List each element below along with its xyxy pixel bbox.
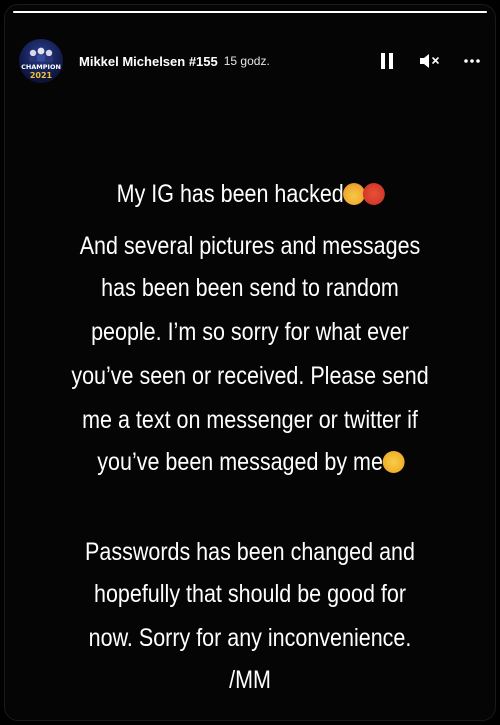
- story-text-line: /MM: [229, 666, 271, 694]
- story-text-line: now. Sorry for any inconvenience.: [88, 624, 412, 652]
- story-text-line: people. I’m so sorry for what ever: [91, 318, 409, 346]
- story-text-line: My IG has been hacked: [39, 179, 460, 209]
- story-text-line: hopefully that should be good for: [94, 580, 406, 608]
- story-content: My IG has been hacked And several pictur…: [5, 5, 495, 720]
- story-viewer: CHAMPION 2021 Mikkel Michelsen #155 15 g…: [4, 4, 496, 721]
- story-text-line-1: My IG has been hacked: [116, 180, 344, 208]
- story-text-line: you’ve been messaged by me: [39, 447, 460, 477]
- story-text-line: me a text on messenger or twitter if: [82, 406, 418, 434]
- story-text-line: Passwords has been changed and: [85, 538, 415, 566]
- exploding-head-emoji: [343, 183, 366, 205]
- face-with-steam-emoji: [382, 451, 405, 473]
- cursing-face-emoji: [362, 183, 385, 205]
- story-text-line: And several pictures and messages: [79, 232, 421, 260]
- story-text-line-7: you’ve been messaged by me: [97, 448, 383, 476]
- story-text-line: you’ve seen or received. Please send: [71, 362, 429, 390]
- story-text-line: has been been send to random: [101, 274, 399, 302]
